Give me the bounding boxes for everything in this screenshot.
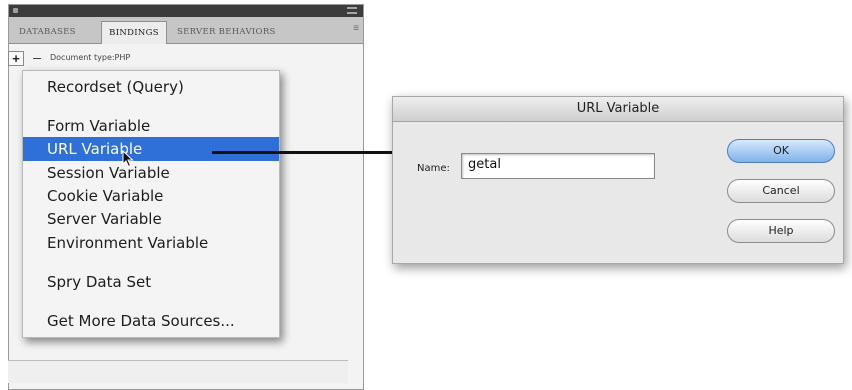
panel-close-icon[interactable] xyxy=(13,8,18,13)
menu-item-server-variable[interactable]: Server Variable xyxy=(23,207,279,231)
panel-collapse-icon[interactable] xyxy=(347,7,357,14)
dialog-title[interactable]: URL Variable xyxy=(393,97,843,122)
menu-item-session-variable[interactable]: Session Variable xyxy=(23,161,279,185)
menu-item-form-variable[interactable]: Form Variable xyxy=(23,114,279,138)
remove-binding-button[interactable]: – xyxy=(30,50,44,66)
tab-databases[interactable]: DATABASES xyxy=(13,21,99,43)
panel-title-strip[interactable] xyxy=(9,5,363,17)
tab-server-behaviors[interactable]: SERVER BEHAVIORS xyxy=(171,21,311,43)
tab-bindings[interactable]: BINDINGS xyxy=(101,21,167,44)
cancel-button[interactable]: Cancel xyxy=(727,179,835,203)
document-type-label: Document type:PHP xyxy=(50,53,131,62)
url-variable-dialog: URL Variable Name: getal OK Cancel Help xyxy=(392,96,844,264)
panel-tabbar: DATABASES BINDINGS SERVER BEHAVIORS ≡ xyxy=(9,17,363,44)
menu-item-get-more-data-sources[interactable]: Get More Data Sources... xyxy=(23,309,279,333)
menu-item-cookie-variable[interactable]: Cookie Variable xyxy=(23,184,279,208)
menu-item-recordset[interactable]: Recordset (Query) xyxy=(23,75,279,99)
menu-item-environment-variable[interactable]: Environment Variable xyxy=(23,231,279,255)
add-binding-menu: Recordset (Query) Form Variable URL Vari… xyxy=(22,70,280,338)
panel-bottom-strip xyxy=(8,360,348,383)
menu-item-spry-data-set[interactable]: Spry Data Set xyxy=(23,270,279,294)
name-label: Name: xyxy=(417,163,450,174)
add-binding-button[interactable]: + xyxy=(8,51,24,66)
ok-button[interactable]: OK xyxy=(727,139,835,163)
help-button[interactable]: Help xyxy=(727,219,835,243)
name-input[interactable]: getal xyxy=(461,153,655,179)
callout-connector-line xyxy=(212,151,394,154)
mouse-pointer-icon xyxy=(122,150,134,168)
panel-options-menu-icon[interactable]: ≡ xyxy=(353,23,359,34)
menu-item-url-variable[interactable]: URL Variable xyxy=(23,137,279,161)
